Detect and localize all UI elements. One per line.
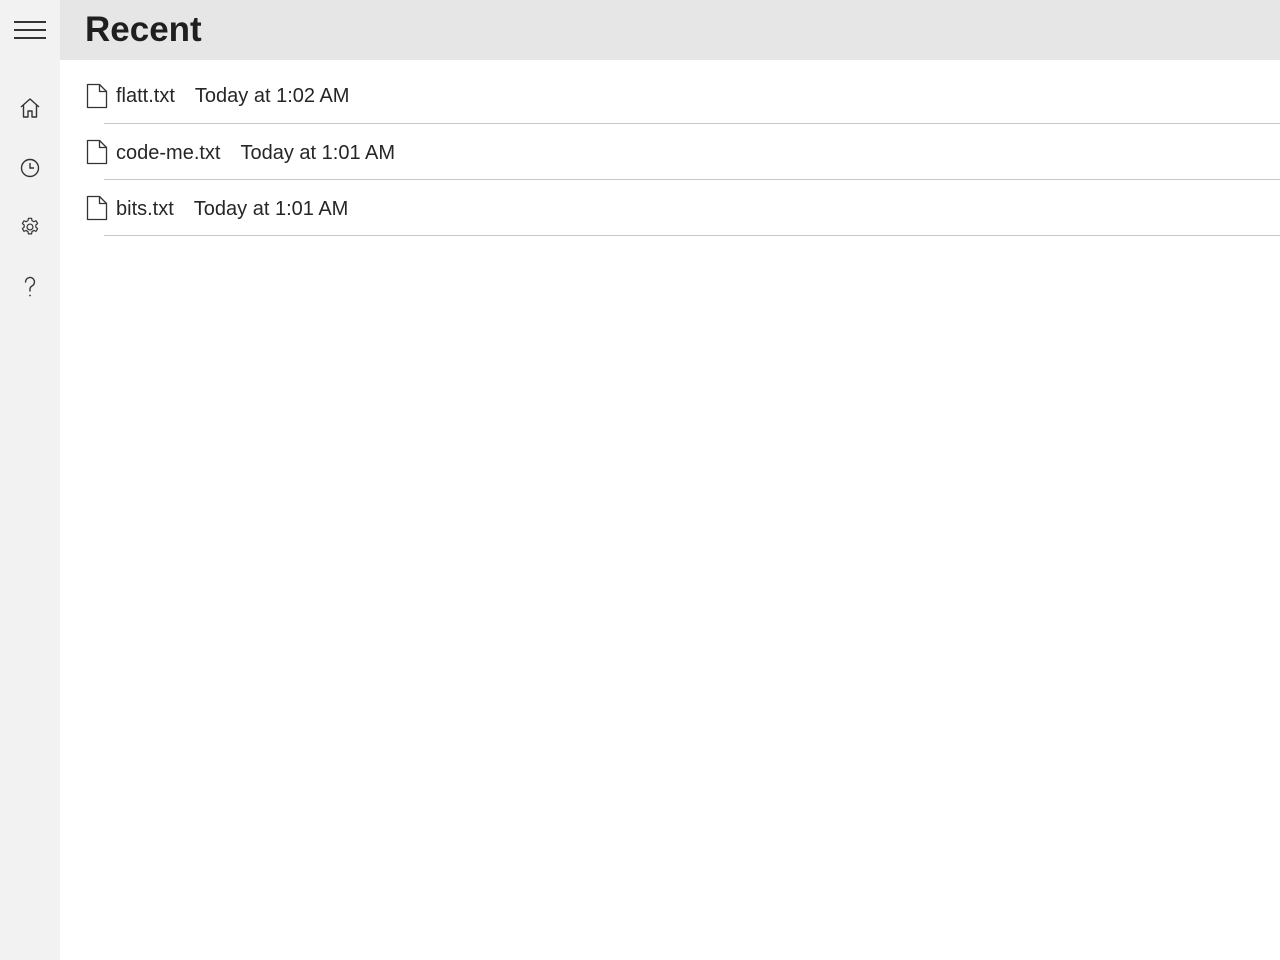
divider — [104, 235, 1280, 236]
file-entry-text: bits.txt Today at 1:01 AM — [116, 196, 348, 222]
page-title: Recent — [85, 10, 202, 49]
gear-icon — [21, 217, 39, 235]
recent-files-list: flatt.txt Today at 1:02 AM code-me.txt Tod… — [60, 60, 1280, 236]
file-modified-date: Today at 1:01 AM — [240, 142, 396, 164]
app-window: Recent flatt.txt Today at 1:02 AM code-me… — [0, 0, 1280, 960]
file-modified-date: Today at 1:02 AM — [194, 85, 350, 107]
list-item[interactable]: flatt.txt Today at 1:02 AM — [60, 60, 1280, 124]
nav-recent-button[interactable] — [0, 144, 60, 192]
nav-settings-button[interactable] — [0, 203, 60, 251]
nav-home-button[interactable] — [0, 84, 60, 132]
navigation-rail — [0, 0, 60, 960]
document-icon — [86, 83, 108, 109]
document-icon — [86, 195, 108, 221]
clock-icon — [20, 158, 40, 178]
list-item[interactable]: code-me.txt Today at 1:01 AM — [60, 123, 1280, 180]
home-icon — [20, 98, 40, 118]
hamburger-menu-icon — [14, 21, 46, 39]
hamburger-menu-button[interactable] — [0, 6, 60, 54]
page-header: Recent — [60, 0, 1280, 60]
file-name: flatt.txt — [116, 85, 175, 107]
nav-help-button[interactable] — [0, 263, 60, 311]
file-entry-text: code-me.txt Today at 1:01 AM — [116, 140, 395, 166]
document-icon — [86, 139, 108, 165]
help-icon — [24, 276, 36, 297]
file-name: code-me.txt — [116, 142, 221, 164]
file-modified-date: Today at 1:01 AM — [193, 198, 349, 220]
file-entry-text: flatt.txt Today at 1:02 AM — [116, 83, 349, 109]
file-name: bits.txt — [116, 198, 174, 220]
list-item[interactable]: bits.txt Today at 1:01 AM — [60, 179, 1280, 236]
